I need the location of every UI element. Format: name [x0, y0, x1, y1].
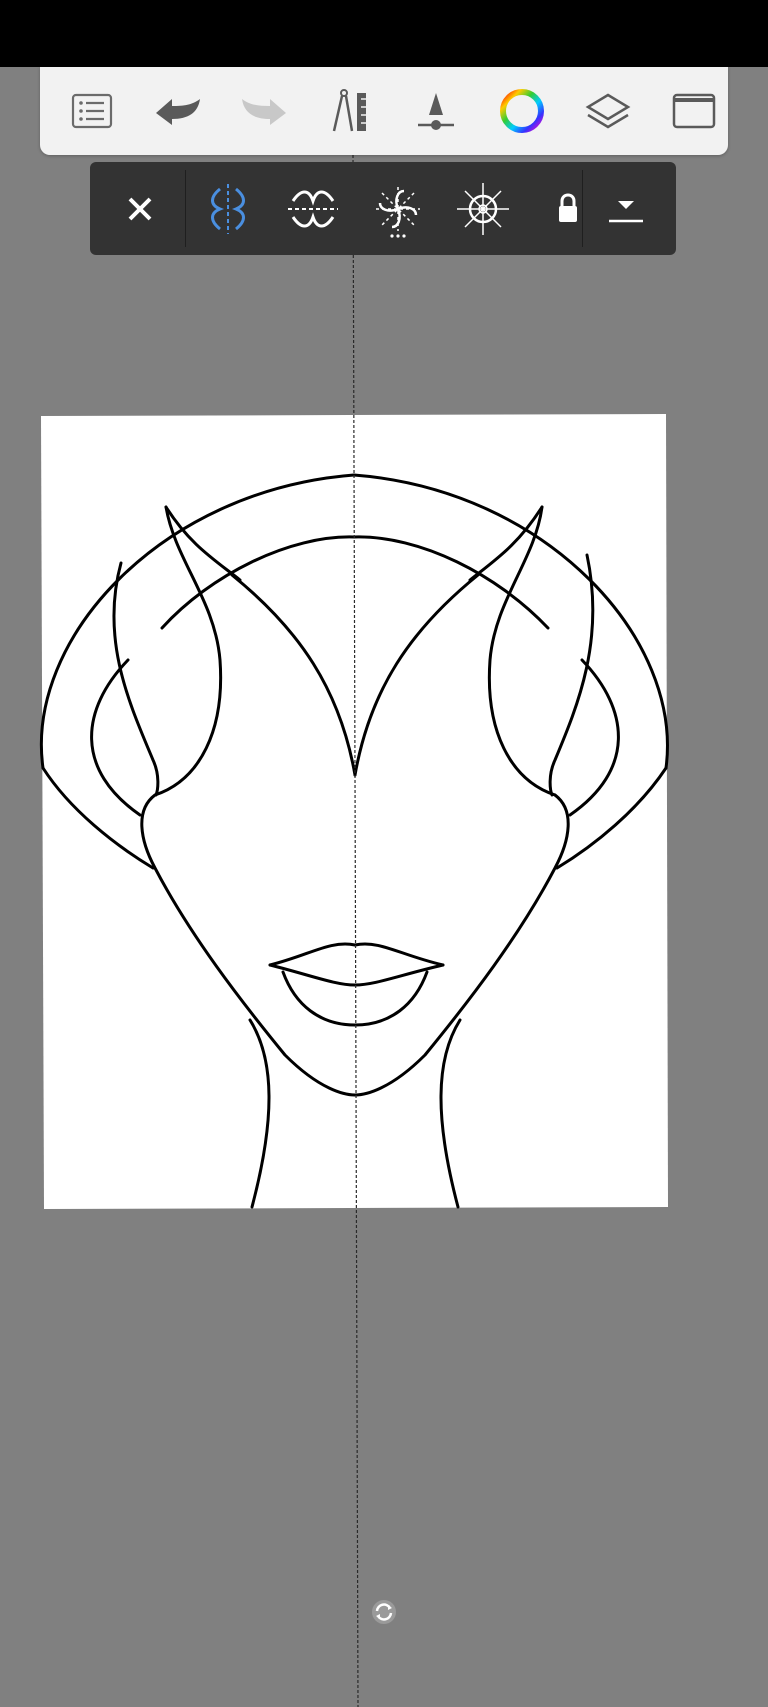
- canvas-drawing: [40, 154, 669, 1707]
- rotary-symmetry-icon: [376, 187, 420, 238]
- horizontal-symmetry-button[interactable]: [278, 174, 348, 244]
- guides-button[interactable]: [320, 81, 380, 141]
- rotate-icon: [372, 1600, 396, 1624]
- layers-button[interactable]: [578, 81, 638, 141]
- toolbar-divider: [582, 170, 583, 247]
- rotary-symmetry-button[interactable]: [363, 174, 433, 244]
- close-icon: [128, 197, 152, 221]
- color-wheel-icon: [500, 89, 544, 133]
- main-toolbar: [40, 67, 728, 155]
- toolbar-divider: [185, 170, 186, 247]
- frame-icon: [672, 93, 716, 129]
- fullscreen-button[interactable]: [664, 81, 724, 141]
- brush-cone-icon: [418, 93, 454, 130]
- lock-icon: [559, 193, 577, 222]
- symmetry-rotate-handle[interactable]: [371, 1599, 397, 1625]
- radial-symmetry-icon: [457, 183, 509, 235]
- color-button[interactable]: [492, 81, 552, 141]
- dropdown-icon: [609, 201, 643, 223]
- status-bar: [0, 0, 768, 67]
- face-line-art: [40, 473, 669, 1209]
- vertical-symmetry-button[interactable]: [193, 174, 263, 244]
- horizontal-symmetry-icon: [288, 190, 338, 228]
- symmetry-axis-guide: [352, 154, 359, 1707]
- compass-ruler-icon: [332, 89, 366, 132]
- undo-button[interactable]: [148, 81, 208, 141]
- close-symmetry-button[interactable]: [105, 174, 175, 244]
- redo-button[interactable]: [234, 81, 294, 141]
- list-icon: [71, 93, 113, 129]
- vertical-symmetry-icon: [211, 184, 245, 234]
- brush-properties-button[interactable]: [406, 81, 466, 141]
- symmetry-options-button[interactable]: [591, 174, 661, 244]
- canvas-paper: [41, 414, 668, 1209]
- menu-button[interactable]: [62, 81, 122, 141]
- symmetry-toolbar: [90, 162, 676, 255]
- canvas-area[interactable]: [0, 0, 768, 1707]
- radial-symmetry-button[interactable]: [448, 174, 518, 244]
- undo-arrow-icon: [156, 99, 200, 125]
- redo-arrow-icon: [242, 99, 286, 125]
- layers-icon: [585, 93, 631, 129]
